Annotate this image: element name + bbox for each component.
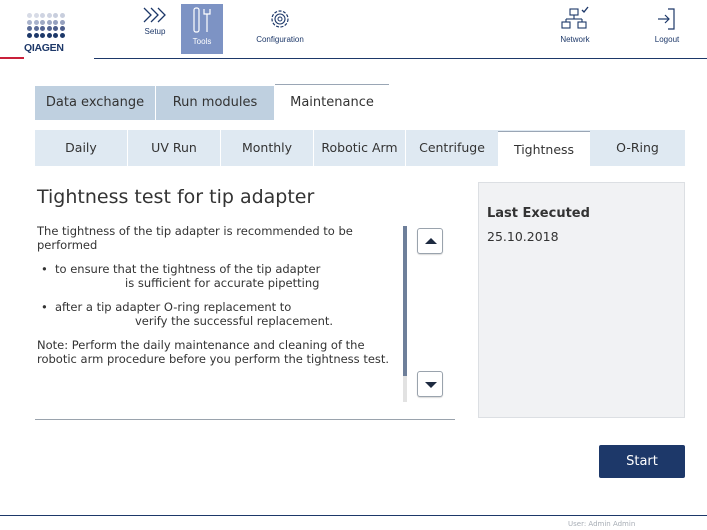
triangle-down-icon bbox=[425, 382, 437, 388]
triangle-up-icon bbox=[425, 238, 437, 244]
bullet-symbol: • bbox=[41, 262, 48, 276]
note-text: Note: Perform the daily maintenance and … bbox=[37, 338, 390, 366]
subtab-uv-run[interactable]: UV Run bbox=[128, 130, 221, 166]
subtab-centrifuge[interactable]: Centrifuge bbox=[406, 130, 498, 166]
logout-label: Logout bbox=[654, 35, 680, 44]
list-item: • after a tip adapter O-ring replacement… bbox=[37, 300, 397, 328]
setup-chevrons-icon bbox=[143, 7, 166, 23]
last-executed-date: 25.10.2018 bbox=[487, 229, 559, 244]
subtab-o-ring[interactable]: O-Ring bbox=[590, 130, 685, 166]
subtab-tightness[interactable]: Tightness bbox=[498, 131, 590, 166]
network-button[interactable]: Network bbox=[551, 6, 599, 50]
header-accent-line bbox=[0, 57, 24, 59]
intro-text: The tightness of the tip adapter is reco… bbox=[37, 224, 353, 252]
network-label: Network bbox=[560, 35, 590, 44]
configuration-button[interactable]: Configuration bbox=[248, 6, 312, 50]
scroll-down-button[interactable] bbox=[417, 371, 443, 397]
header-divider-line bbox=[94, 58, 707, 59]
bullet-text: is sufficient for accurate pipetting bbox=[125, 276, 320, 290]
subtab-robotic-arm[interactable]: Robotic Arm bbox=[314, 130, 406, 166]
page-title: Tightness test for tip adapter bbox=[37, 186, 315, 208]
bullet-text: after a tip adapter O-ring replacement t… bbox=[55, 300, 292, 314]
subtab-daily[interactable]: Daily bbox=[35, 130, 128, 166]
user-info: User: Admin Admin bbox=[568, 520, 636, 528]
tools-label: Tools bbox=[192, 37, 212, 46]
list-item: • to ensure that the tightness of the ti… bbox=[37, 262, 397, 290]
scroll-up-button[interactable] bbox=[417, 228, 443, 254]
bullet-text: verify the successful replacement. bbox=[135, 314, 334, 328]
last-executed-heading: Last Executed bbox=[487, 206, 590, 221]
tools-button[interactable]: Tools bbox=[181, 4, 223, 54]
qiagen-logo: QIAGEN bbox=[22, 13, 72, 59]
content-divider bbox=[35, 419, 455, 420]
tab-data-exchange[interactable]: Data exchange bbox=[35, 86, 155, 120]
network-icon bbox=[561, 6, 589, 29]
logout-icon bbox=[658, 8, 675, 30]
subtab-monthly[interactable]: Monthly bbox=[221, 130, 314, 166]
logo-text: QIAGEN bbox=[24, 42, 64, 54]
logout-button[interactable]: Logout bbox=[643, 6, 691, 50]
app-header: QIAGEN Setup Tools Configuration Network… bbox=[0, 0, 707, 60]
footer-line bbox=[0, 515, 707, 516]
setup-label: Setup bbox=[144, 27, 166, 36]
bullet-text: to ensure that the tightness of the tip … bbox=[55, 262, 321, 276]
sub-tab-bar: Daily UV Run Monthly Robotic Arm Centrif… bbox=[35, 130, 685, 166]
bullet-symbol: • bbox=[41, 300, 48, 314]
last-executed-panel: Last Executed 25.10.2018 bbox=[478, 182, 685, 418]
setup-button[interactable]: Setup bbox=[135, 6, 175, 50]
scrollbar-thumb[interactable] bbox=[403, 226, 407, 376]
tools-icon bbox=[193, 7, 211, 33]
configuration-gear-icon bbox=[271, 10, 289, 28]
start-button[interactable]: Start bbox=[599, 445, 685, 478]
configuration-label: Configuration bbox=[256, 35, 304, 44]
tab-run-modules[interactable]: Run modules bbox=[156, 86, 274, 120]
logo-dot-grid bbox=[27, 13, 66, 39]
instructions-text: The tightness of the tip adapter is reco… bbox=[37, 224, 397, 404]
tab-maintenance[interactable]: Maintenance bbox=[275, 84, 389, 120]
